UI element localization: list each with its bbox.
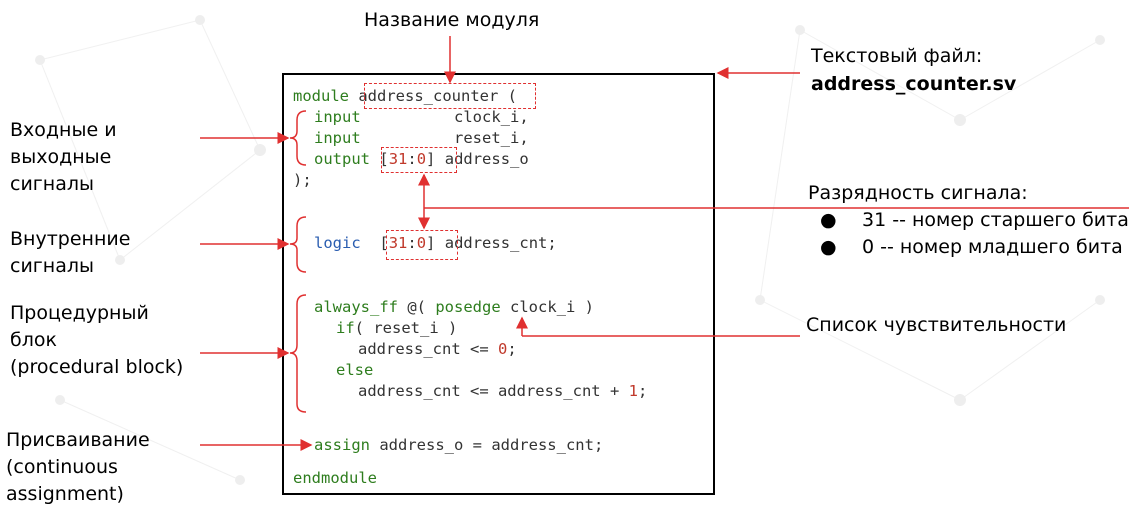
output-width-highlight bbox=[381, 147, 457, 173]
io-signals-label: Входные и выходные сигналы bbox=[10, 119, 117, 195]
module-name-highlight bbox=[364, 83, 536, 109]
bullet-icon: ● bbox=[820, 209, 837, 231]
code-line-reset-assign: address_cnt <= 0; bbox=[358, 340, 517, 358]
bit-width-item: ● 0 -- номер младшего бита bbox=[820, 234, 1129, 261]
code-line-input-reset: input reset_i, bbox=[314, 129, 529, 147]
file-caption-label: Текстовый файл: bbox=[811, 45, 983, 67]
code-line-assign: assign address_o = address_cnt; bbox=[314, 436, 604, 454]
assignment-label: Присваивание (continuous assignment) bbox=[6, 429, 150, 505]
bullet-icon: ● bbox=[820, 236, 837, 258]
sensitivity-list-label: Список чувствительности bbox=[806, 314, 1067, 336]
bit-width-label: Разрядность сигнала: bbox=[808, 182, 1028, 204]
code-line-input-clock: input clock_i, bbox=[314, 108, 529, 126]
bit-width-list: ● 31 -- номер старшего бита ● 0 -- номер м… bbox=[820, 207, 1129, 261]
code-line-always-ff: always_ff @( posedge clock_i ) bbox=[314, 298, 594, 316]
logic-width-highlight bbox=[386, 230, 458, 260]
procedural-block-label: Процедурный блок (procedural block) bbox=[10, 302, 184, 378]
code-line-else: else bbox=[336, 361, 374, 379]
internal-signals-label: Внутренние сигналы bbox=[10, 228, 131, 277]
code-line-if: if( reset_i ) bbox=[336, 319, 458, 337]
code-line-endmodule: endmodule bbox=[293, 469, 377, 487]
bit-width-item: ● 31 -- номер старшего бита bbox=[820, 207, 1129, 234]
module-name-label: Название модуля bbox=[364, 9, 540, 31]
code-line-increment: address_cnt <= address_cnt + 1; bbox=[358, 382, 648, 400]
code-line-close-ports: ); bbox=[293, 171, 312, 189]
file-name-label: address_counter.sv bbox=[811, 73, 1017, 95]
